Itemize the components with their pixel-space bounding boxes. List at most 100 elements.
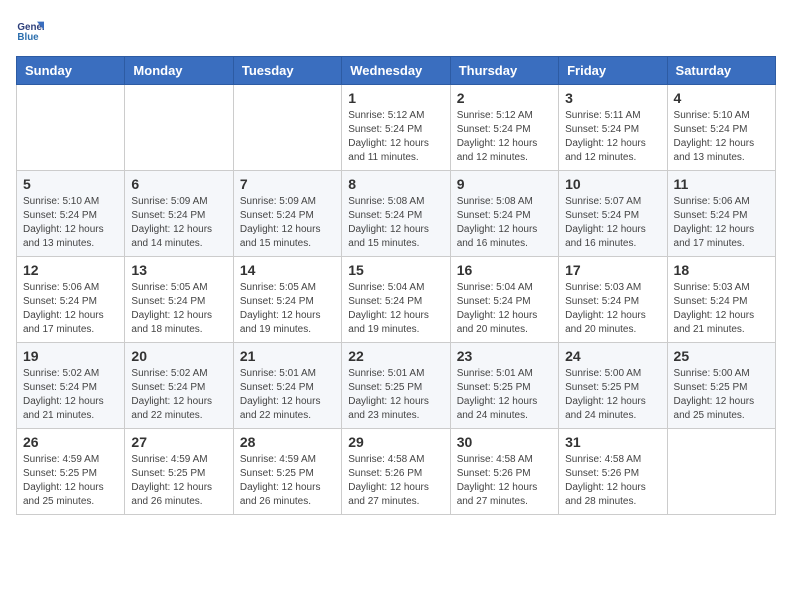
day-number: 10 <box>565 176 660 192</box>
day-info: Sunrise: 5:01 AM Sunset: 5:25 PM Dayligh… <box>457 367 552 423</box>
day-number: 12 <box>23 262 118 278</box>
day-number: 15 <box>348 262 443 278</box>
day-number: 25 <box>674 348 769 364</box>
day-number: 16 <box>457 262 552 278</box>
day-cell: 26Sunrise: 4:59 AM Sunset: 5:25 PM Dayli… <box>17 429 125 515</box>
day-cell: 1Sunrise: 5:12 AM Sunset: 5:24 PM Daylig… <box>342 85 450 171</box>
day-info: Sunrise: 5:04 AM Sunset: 5:24 PM Dayligh… <box>457 281 552 337</box>
weekday-sunday: Sunday <box>17 57 125 85</box>
day-number: 19 <box>23 348 118 364</box>
day-cell: 28 Sunrise: 4:59 AM Sunset: 5:25 PM Dayli… <box>233 429 341 515</box>
weekday-friday: Friday <box>559 57 667 85</box>
day-number: 4 <box>674 90 769 106</box>
day-cell: 7Sunrise: 5:09 AM Sunset: 5:24 PM Daylig… <box>233 171 341 257</box>
day-number: 26 <box>23 434 118 450</box>
day-info: Sunrise: 5:00 AM Sunset: 5:25 PM Dayligh… <box>565 367 660 423</box>
day-cell: 11 Sunrise: 5:06 AM Sunset: 5:24 PM Dayli… <box>667 171 775 257</box>
day-cell: 15 Sunrise: 5:04 AM Sunset: 5:24 PM Dayli… <box>342 257 450 343</box>
day-cell: 9 Sunrise: 5:08 AM Sunset: 5:24 PM Daylig… <box>450 171 558 257</box>
weekday-monday: Monday <box>125 57 233 85</box>
day-number: 18 <box>674 262 769 278</box>
day-info: Sunrise: 5:12 AM Sunset: 5:24 PM Dayligh… <box>457 109 552 165</box>
day-cell <box>17 85 125 171</box>
day-info: Sunrise: 5:01 AM Sunset: 5:25 PM Dayligh… <box>348 367 443 423</box>
day-info: Sunrise: 5:06 AM Sunset: 5:24 PM Dayligh… <box>23 281 118 337</box>
day-info: Sunrise: 5:05 AM Sunset: 5:24 PM Dayligh… <box>240 281 335 337</box>
day-number: 31 <box>565 434 660 450</box>
calendar-body: 1Sunrise: 5:12 AM Sunset: 5:24 PM Daylig… <box>17 85 776 515</box>
day-cell: 6 Sunrise: 5:09 AM Sunset: 5:24 PM Daylig… <box>125 171 233 257</box>
day-cell: 5Sunrise: 5:10 AM Sunset: 5:24 PM Daylig… <box>17 171 125 257</box>
day-cell <box>233 85 341 171</box>
day-number: 30 <box>457 434 552 450</box>
header: General Blue <box>16 16 776 44</box>
day-info: Sunrise: 4:58 AM Sunset: 5:26 PM Dayligh… <box>565 453 660 509</box>
day-info: Sunrise: 5:09 AM Sunset: 5:24 PM Dayligh… <box>131 195 226 251</box>
day-info: Sunrise: 5:08 AM Sunset: 5:24 PM Dayligh… <box>457 195 552 251</box>
day-info: Sunrise: 5:03 AM Sunset: 5:24 PM Dayligh… <box>565 281 660 337</box>
weekday-thursday: Thursday <box>450 57 558 85</box>
day-number: 9 <box>457 176 552 192</box>
day-info: Sunrise: 5:00 AM Sunset: 5:25 PM Dayligh… <box>674 367 769 423</box>
day-info: Sunrise: 4:59 AM Sunset: 5:25 PM Dayligh… <box>240 453 335 509</box>
logo: General Blue <box>16 16 48 44</box>
day-cell: 20 Sunrise: 5:02 AM Sunset: 5:24 PM Dayli… <box>125 343 233 429</box>
day-number: 21 <box>240 348 335 364</box>
day-cell: 3Sunrise: 5:11 AM Sunset: 5:24 PM Daylig… <box>559 85 667 171</box>
day-cell: 13Sunrise: 5:05 AM Sunset: 5:24 PM Dayli… <box>125 257 233 343</box>
day-info: Sunrise: 5:09 AM Sunset: 5:24 PM Dayligh… <box>240 195 335 251</box>
day-number: 22 <box>348 348 443 364</box>
day-cell: 8 Sunrise: 5:08 AM Sunset: 5:24 PM Daylig… <box>342 171 450 257</box>
week-row-3: 12 Sunrise: 5:06 AM Sunset: 5:24 PM Dayli… <box>17 257 776 343</box>
day-info: Sunrise: 4:59 AM Sunset: 5:25 PM Dayligh… <box>131 453 226 509</box>
day-info: Sunrise: 5:07 AM Sunset: 5:24 PM Dayligh… <box>565 195 660 251</box>
day-info: Sunrise: 5:10 AM Sunset: 5:24 PM Dayligh… <box>23 195 118 251</box>
day-cell: 22 Sunrise: 5:01 AM Sunset: 5:25 PM Dayli… <box>342 343 450 429</box>
week-row-4: 19 Sunrise: 5:02 AM Sunset: 5:24 PM Dayli… <box>17 343 776 429</box>
day-info: Sunrise: 5:03 AM Sunset: 5:24 PM Dayligh… <box>674 281 769 337</box>
day-cell: 2 Sunrise: 5:12 AM Sunset: 5:24 PM Daylig… <box>450 85 558 171</box>
day-cell: 10 Sunrise: 5:07 AM Sunset: 5:24 PM Dayli… <box>559 171 667 257</box>
day-cell: 29 Sunrise: 4:58 AM Sunset: 5:26 PM Dayli… <box>342 429 450 515</box>
day-cell: 21Sunrise: 5:01 AM Sunset: 5:24 PM Dayli… <box>233 343 341 429</box>
day-info: Sunrise: 5:02 AM Sunset: 5:24 PM Dayligh… <box>23 367 118 423</box>
day-cell <box>125 85 233 171</box>
day-cell <box>667 429 775 515</box>
day-cell: 19 Sunrise: 5:02 AM Sunset: 5:24 PM Dayli… <box>17 343 125 429</box>
day-number: 29 <box>348 434 443 450</box>
day-info: Sunrise: 5:08 AM Sunset: 5:24 PM Dayligh… <box>348 195 443 251</box>
day-number: 27 <box>131 434 226 450</box>
day-number: 3 <box>565 90 660 106</box>
day-number: 8 <box>348 176 443 192</box>
svg-text:Blue: Blue <box>17 32 39 43</box>
day-number: 23 <box>457 348 552 364</box>
day-info: Sunrise: 5:02 AM Sunset: 5:24 PM Dayligh… <box>131 367 226 423</box>
day-number: 17 <box>565 262 660 278</box>
day-cell: 24 Sunrise: 5:00 AM Sunset: 5:25 PM Dayli… <box>559 343 667 429</box>
weekday-header: SundayMondayTuesdayWednesdayThursdayFrid… <box>17 57 776 85</box>
day-info: Sunrise: 5:04 AM Sunset: 5:24 PM Dayligh… <box>348 281 443 337</box>
day-number: 24 <box>565 348 660 364</box>
day-cell: 23 Sunrise: 5:01 AM Sunset: 5:25 PM Dayli… <box>450 343 558 429</box>
day-cell: 17 Sunrise: 5:03 AM Sunset: 5:24 PM Dayli… <box>559 257 667 343</box>
day-cell: 4 Sunrise: 5:10 AM Sunset: 5:24 PM Daylig… <box>667 85 775 171</box>
weekday-saturday: Saturday <box>667 57 775 85</box>
day-number: 2 <box>457 90 552 106</box>
day-cell: 27 Sunrise: 4:59 AM Sunset: 5:25 PM Dayli… <box>125 429 233 515</box>
day-cell: 18 Sunrise: 5:03 AM Sunset: 5:24 PM Dayli… <box>667 257 775 343</box>
day-info: Sunrise: 4:58 AM Sunset: 5:26 PM Dayligh… <box>348 453 443 509</box>
day-cell: 30Sunrise: 4:58 AM Sunset: 5:26 PM Dayli… <box>450 429 558 515</box>
day-cell: 16 Sunrise: 5:04 AM Sunset: 5:24 PM Dayli… <box>450 257 558 343</box>
day-info: Sunrise: 5:10 AM Sunset: 5:24 PM Dayligh… <box>674 109 769 165</box>
day-info: Sunrise: 5:12 AM Sunset: 5:24 PM Dayligh… <box>348 109 443 165</box>
weekday-wednesday: Wednesday <box>342 57 450 85</box>
day-number: 28 <box>240 434 335 450</box>
day-number: 11 <box>674 176 769 192</box>
day-info: Sunrise: 5:06 AM Sunset: 5:24 PM Dayligh… <box>674 195 769 251</box>
weekday-tuesday: Tuesday <box>233 57 341 85</box>
day-number: 6 <box>131 176 226 192</box>
calendar: SundayMondayTuesdayWednesdayThursdayFrid… <box>16 56 776 515</box>
day-number: 20 <box>131 348 226 364</box>
day-info: Sunrise: 5:05 AM Sunset: 5:24 PM Dayligh… <box>131 281 226 337</box>
day-cell: 14Sunrise: 5:05 AM Sunset: 5:24 PM Dayli… <box>233 257 341 343</box>
